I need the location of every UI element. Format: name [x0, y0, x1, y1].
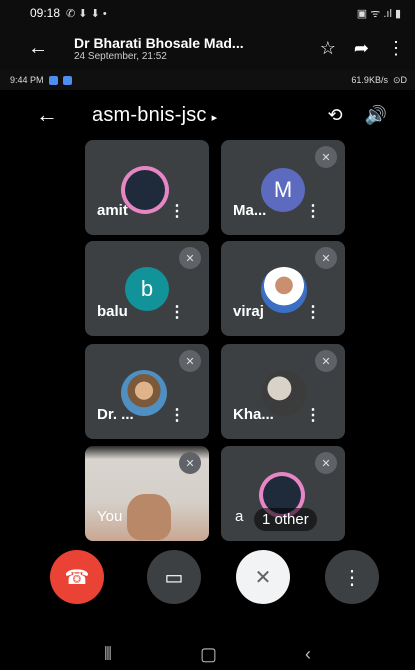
system-nav-bar: ⦀ ▢ ‹ [0, 638, 415, 670]
participant-name: Ma... [233, 202, 267, 219]
self-label: You [97, 508, 123, 525]
signal-battery-icons: ▣ ᯤ .ıl ▮ [356, 7, 401, 20]
recents-icon[interactable]: ⦀ [104, 644, 112, 665]
partial-name: a [235, 508, 244, 525]
self-face [127, 494, 171, 540]
mic-muted-icon: ✕ [179, 350, 201, 372]
more-options-icon[interactable]: ⋮ [305, 201, 321, 221]
participant-tile[interactable]: ✕ M Ma... ⋮ [221, 140, 345, 235]
avatar [125, 170, 165, 210]
app-icon [48, 75, 58, 85]
mic-muted-icon: ✕ [315, 247, 337, 269]
back-arrow-icon[interactable]: ← [36, 102, 92, 128]
outer-status-bar: 09:18 ✆ ⬇ ⬇ • ▣ ᯤ .ıl ▮ [0, 0, 415, 26]
speaker-icon[interactable]: 🔊 [365, 105, 387, 126]
participant-name: Dr. ... [97, 406, 134, 423]
mic-off-icon: ✕ [254, 566, 272, 589]
camera-toggle-button[interactable]: ▭ [147, 550, 201, 604]
back-icon[interactable]: ‹ [305, 644, 311, 665]
back-arrow-icon[interactable]: ← [28, 37, 58, 60]
share-icon[interactable]: ➦ [354, 38, 369, 59]
participant-tile[interactable]: ✕ viraj ⋮ [221, 241, 345, 336]
inner-status-bar: 9:44 PM 61.9KB/s ⊙D [0, 70, 415, 90]
more-options-button[interactable]: ⋮ [325, 550, 379, 604]
switch-camera-icon[interactable]: ⟲ [327, 105, 342, 126]
avatar: M [261, 168, 305, 212]
others-count-chip: 1 other [254, 508, 317, 531]
battery-icon: ⊙D [392, 74, 407, 85]
participant-tile[interactable]: ✕ Dr. ... ⋮ [85, 344, 209, 439]
participant-name: amit [97, 202, 128, 219]
mic-muted-icon: ✕ [315, 146, 337, 168]
participant-tile[interactable]: amit ⋮ [85, 140, 209, 235]
more-options-icon[interactable]: ⋮ [305, 302, 321, 322]
participant-name: Kha... [233, 406, 274, 423]
camera-icon: ▭ [164, 566, 184, 589]
participant-tile[interactable]: ✕ Kha... ⋮ [221, 344, 345, 439]
app-icon [62, 75, 72, 85]
caret-right-icon: ▸ [211, 111, 218, 124]
star-icon[interactable]: ☆ [320, 38, 336, 59]
home-icon[interactable]: ▢ [200, 644, 217, 665]
others-tile[interactable]: ✕ a 1 other [221, 446, 345, 541]
more-options-icon[interactable]: ⋮ [169, 405, 185, 425]
network-speed: 61.9KB/s [351, 75, 388, 85]
notification-icons: ✆ ⬇ ⬇ • [66, 7, 107, 20]
end-call-icon: ☎ [64, 566, 90, 589]
viewer-title: Dr Bharati Bhosale Mad... [74, 34, 244, 51]
more-options-icon[interactable]: ⋮ [169, 302, 185, 322]
inner-status-time: 9:44 PM [10, 75, 44, 85]
more-options-icon[interactable]: ⋮ [169, 201, 185, 221]
participant-tile[interactable]: ✕ b balu ⋮ [85, 241, 209, 336]
viewer-subtitle: 24 September, 21:52 [74, 50, 167, 62]
avatar: b [125, 267, 169, 311]
self-view-tile[interactable]: ✕ You [85, 446, 209, 541]
viewer-top-bar: ← Dr Bharati Bhosale Mad... 24 September… [0, 26, 415, 70]
participant-name: balu [97, 303, 128, 320]
mic-muted-icon: ✕ [179, 452, 201, 474]
meeting-code[interactable]: asm-bnis-jsc ▸ [92, 104, 327, 127]
more-menu-icon[interactable]: ⋮ [387, 38, 405, 59]
call-controls: ☎ ▭ ✕ ⋮ [0, 550, 415, 606]
end-call-button[interactable]: ☎ [50, 550, 104, 604]
meeting-header: ← asm-bnis-jsc ▸ ⟲ 🔊 [0, 92, 415, 138]
mic-muted-icon: ✕ [315, 350, 337, 372]
avatar [261, 267, 307, 313]
more-vert-icon: ⋮ [342, 566, 362, 589]
mic-muted-icon: ✕ [179, 247, 201, 269]
mic-toggle-button[interactable]: ✕ [236, 550, 290, 604]
more-options-icon[interactable]: ⋮ [305, 405, 321, 425]
status-time: 09:18 [30, 6, 61, 20]
mic-muted-icon: ✕ [315, 452, 337, 474]
participant-name: viraj [233, 303, 264, 320]
